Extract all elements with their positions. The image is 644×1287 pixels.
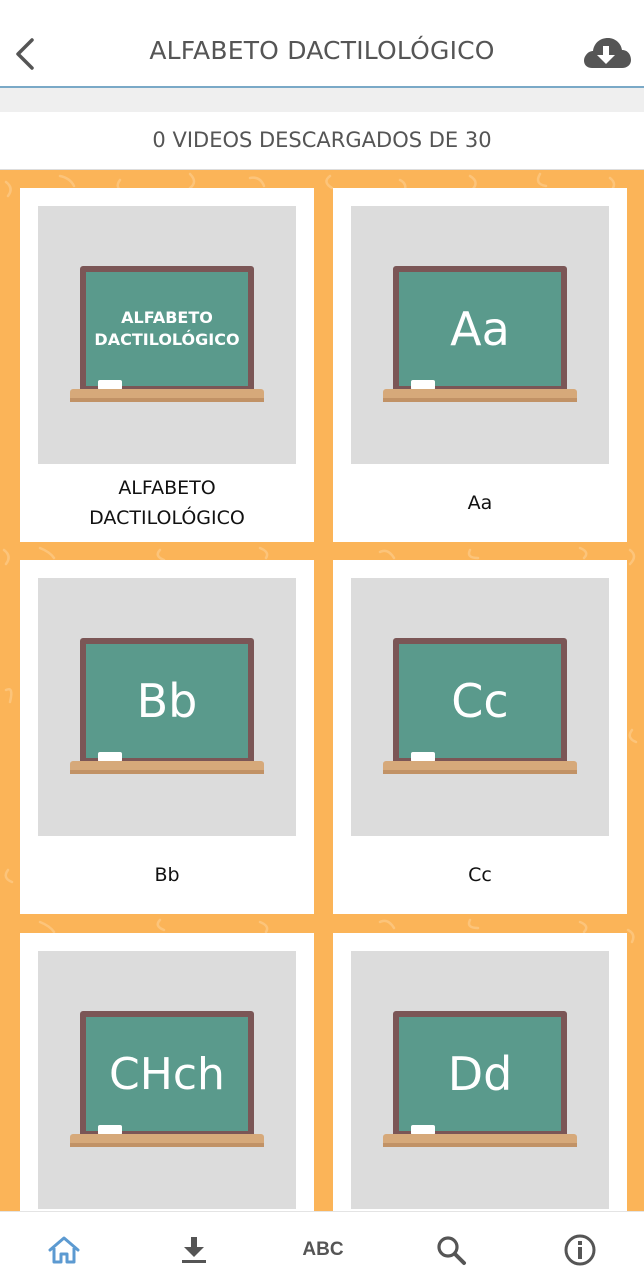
header-spacer	[0, 88, 644, 112]
nav-home[interactable]	[24, 1212, 104, 1287]
card-label: Cc	[468, 864, 492, 886]
nav-search[interactable]	[411, 1212, 491, 1287]
card-label: Bb	[154, 864, 180, 886]
chalkboard-thumbnail: Cc	[351, 578, 609, 836]
board-text: Dd	[447, 1047, 513, 1101]
chalkboard-thumbnail: CHch	[38, 951, 296, 1209]
page-title: ALFABETO DACTILOLÓGICO	[149, 36, 495, 65]
card-alfabeto[interactable]: ALFABETO DACTILOLÓGICO ALFABETO DACTILOL…	[20, 188, 314, 542]
nav-downloads[interactable]	[154, 1212, 234, 1287]
board-text: Cc	[451, 674, 509, 728]
download-counter: 0 VIDEOS DESCARGADOS DE 30	[0, 112, 644, 170]
cloud-download-icon	[584, 38, 631, 68]
nav-info[interactable]	[540, 1212, 620, 1287]
nav-abc[interactable]: ABC	[283, 1212, 363, 1287]
search-icon	[437, 1235, 466, 1265]
card-aa[interactable]: Aa Aa	[333, 188, 627, 542]
chevron-left-icon	[16, 38, 34, 70]
board-text: ALFABETO DACTILOLÓGICO	[94, 308, 240, 349]
card-cc[interactable]: Cc Cc	[333, 560, 627, 914]
abc-label: ABC	[302, 1238, 344, 1260]
board-text: Bb	[136, 674, 198, 728]
download-icon	[182, 1236, 206, 1263]
chalkboard-thumbnail: Aa	[351, 206, 609, 464]
card-chch[interactable]: CHch	[20, 933, 314, 1211]
app-header: ALFABETO DACTILOLÓGICO	[0, 0, 644, 88]
chalkboard-thumbnail: Bb	[38, 578, 296, 836]
board-text: CHch	[109, 1048, 225, 1100]
video-grid: ALFABETO DACTILOLÓGICO ALFABETO DACTILOL…	[0, 170, 644, 1211]
back-button[interactable]	[8, 28, 42, 78]
info-icon	[564, 1234, 596, 1265]
card-label: Aa	[467, 492, 493, 514]
chalkboard-thumbnail: ALFABETO DACTILOLÓGICO	[38, 206, 296, 464]
card-bb[interactable]: Bb Bb	[20, 560, 314, 914]
home-icon	[48, 1236, 80, 1263]
chalkboard-thumbnail: Dd	[351, 951, 609, 1209]
download-all-button[interactable]	[580, 32, 632, 74]
card-label: ALFABETO DACTILOLÓGICO	[89, 477, 245, 529]
card-dd[interactable]: Dd	[333, 933, 627, 1211]
board-text: Aa	[450, 302, 510, 356]
bottom-navigation: ABC	[0, 1211, 644, 1286]
